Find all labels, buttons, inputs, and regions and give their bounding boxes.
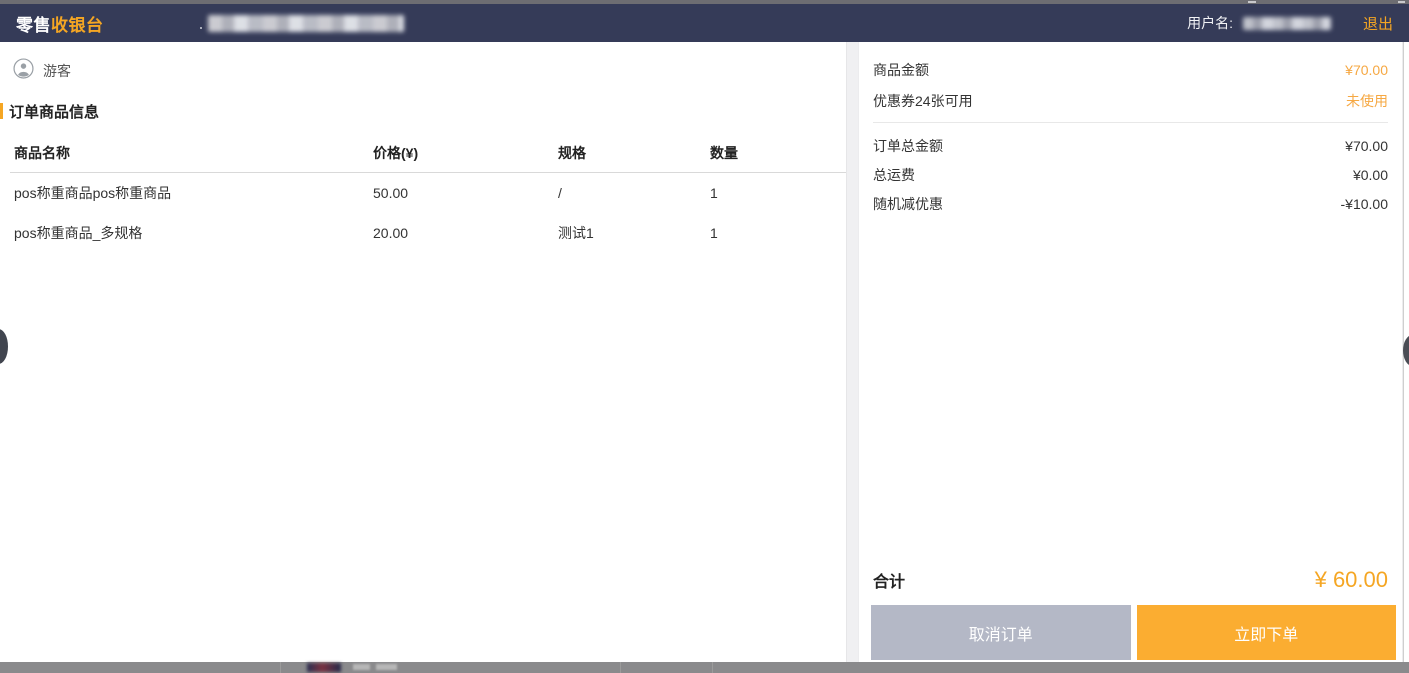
main-content: 游客 订单商品信息 商品名称 价格(¥) 规格 数量 pos称重商品pos称重商…	[0, 42, 1409, 662]
cell-qty: 1	[710, 225, 846, 241]
col-header-qty: 数量	[710, 143, 846, 163]
taskbar-separator	[712, 662, 713, 673]
summary-value: -¥10.00	[1341, 196, 1388, 212]
action-buttons: 取消订单 立即下单	[871, 605, 1396, 660]
logout-link[interactable]: 退出	[1363, 13, 1393, 34]
cell-qty: 1	[710, 185, 846, 201]
summary-top-rows: 商品金额 ¥70.00 优惠券24张可用 未使用	[873, 42, 1388, 116]
summary-label: 商品金额	[873, 60, 929, 80]
summary-spacer	[873, 218, 1388, 561]
username-label: 用户名:	[1187, 13, 1233, 33]
summary-label: 随机减优惠	[873, 194, 943, 214]
table-row: pos称重商品_多规格 20.00 测试1 1	[0, 213, 846, 253]
cell-product-name: pos称重商品pos称重商品	[14, 183, 373, 203]
app-title-suffix: 收银台	[51, 16, 104, 35]
panel-gutter	[847, 42, 858, 662]
summary-value: 未使用	[1346, 91, 1388, 111]
summary-value: ¥0.00	[1353, 167, 1388, 183]
cell-price: 20.00	[373, 225, 558, 241]
col-header-price: 价格(¥)	[373, 143, 558, 163]
col-header-spec: 规格	[558, 143, 710, 163]
taskbar-separator	[280, 662, 281, 673]
summary-row-order-total: 订单总金额 ¥70.00	[873, 131, 1388, 160]
submit-order-button[interactable]: 立即下单	[1137, 605, 1397, 660]
summary-row-random-discount: 随机减优惠 -¥10.00	[873, 189, 1388, 218]
summary-label: 订单总金额	[873, 136, 943, 156]
order-section-header: 订单商品信息	[0, 102, 846, 120]
summary-value: ¥70.00	[1345, 138, 1388, 154]
products-table-header: 商品名称 价格(¥) 规格 数量	[0, 138, 846, 168]
store-name-dot	[200, 27, 202, 29]
summary-label: 优惠券24张可用	[873, 91, 973, 111]
app-title: 零售收银台	[16, 11, 104, 36]
order-items-panel: 游客 订单商品信息 商品名称 价格(¥) 规格 数量 pos称重商品pos称重商…	[0, 42, 847, 662]
taskbar-icon-redacted	[307, 663, 341, 672]
cell-spec: /	[558, 185, 710, 201]
customer-name: 游客	[43, 61, 71, 81]
col-header-product-name: 商品名称	[14, 143, 373, 163]
cancel-order-button[interactable]: 取消订单	[871, 605, 1131, 660]
section-accent-bar	[0, 103, 3, 119]
cell-product-name: pos称重商品_多规格	[14, 223, 373, 243]
total-label: 合计	[873, 568, 905, 592]
summary-row-shipping: 总运费 ¥0.00	[873, 160, 1388, 189]
window-strip-mark	[1248, 1, 1256, 3]
header-right: 用户名: 退出	[1187, 13, 1393, 34]
username-value-redacted	[1243, 17, 1331, 30]
guest-avatar-icon	[13, 58, 34, 84]
order-summary-panel: 商品金额 ¥70.00 优惠券24张可用 未使用 订单总金额 ¥70.00 总运…	[858, 42, 1403, 662]
taskbar-sliver	[0, 662, 1409, 673]
store-name-redacted	[208, 15, 404, 32]
summary-label: 总运费	[873, 165, 915, 185]
table-row: pos称重商品pos称重商品 50.00 / 1	[0, 173, 846, 213]
cell-price: 50.00	[373, 185, 558, 201]
window-strip-mark	[1398, 1, 1405, 3]
app-title-prefix: 零售	[16, 16, 51, 35]
summary-divider	[873, 122, 1388, 123]
cell-spec: 测试1	[558, 223, 710, 243]
taskbar-text-redacted	[376, 664, 397, 670]
taskbar-separator	[620, 662, 621, 673]
customer-row: 游客	[0, 42, 846, 82]
total-value: ¥ 60.00	[1315, 567, 1388, 593]
section-title: 订单商品信息	[9, 101, 99, 122]
products-table: 商品名称 价格(¥) 规格 数量 pos称重商品pos称重商品 50.00 / …	[0, 138, 846, 253]
summary-row-goods-amount: 商品金额 ¥70.00	[873, 54, 1388, 85]
total-row: 合计 ¥ 60.00	[873, 561, 1388, 605]
summary-row-coupon[interactable]: 优惠券24张可用 未使用	[873, 85, 1388, 116]
taskbar-text-redacted	[353, 664, 370, 670]
summary-value: ¥70.00	[1345, 62, 1388, 78]
app-header: 零售收银台 用户名: 退出	[0, 4, 1409, 42]
